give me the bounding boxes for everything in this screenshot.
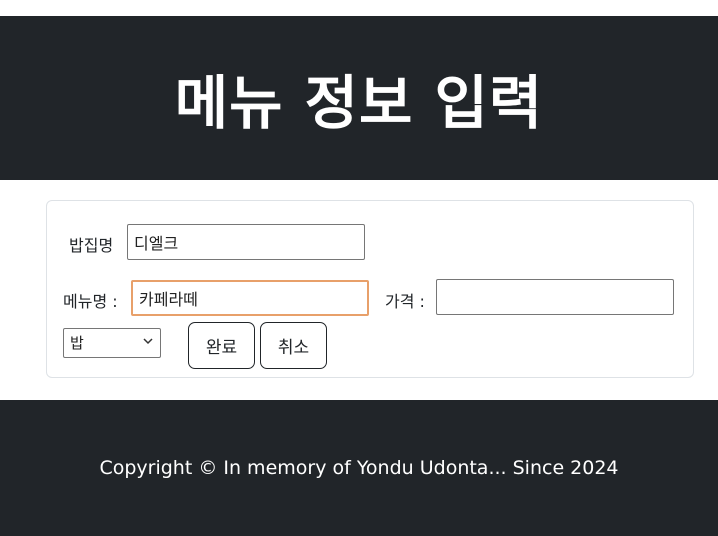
price-input[interactable] (436, 279, 674, 315)
menu-form-card: 밥집명 메뉴명 : 가격 : 밥 완료 취소 (46, 200, 694, 378)
page-title: 메뉴 정보 입력 (174, 69, 544, 137)
menu-name-input[interactable] (131, 280, 369, 316)
restaurant-name-input[interactable] (127, 224, 365, 260)
category-selected-value: 밥 (70, 334, 84, 352)
restaurant-name-label: 밥집명 (69, 236, 114, 255)
cancel-button[interactable]: 취소 (260, 322, 327, 369)
page-header: 메뉴 정보 입력 (0, 16, 718, 180)
copyright-text: Copyright © In memory of Yondu Udonta...… (99, 457, 619, 479)
submit-button[interactable]: 완료 (188, 322, 255, 369)
price-label: 가격 : (385, 292, 425, 311)
chevron-down-icon (143, 338, 153, 345)
menu-name-label: 메뉴명 : (63, 292, 118, 311)
category-select[interactable]: 밥 (63, 328, 161, 358)
page-footer: Copyright © In memory of Yondu Udonta...… (0, 400, 718, 536)
